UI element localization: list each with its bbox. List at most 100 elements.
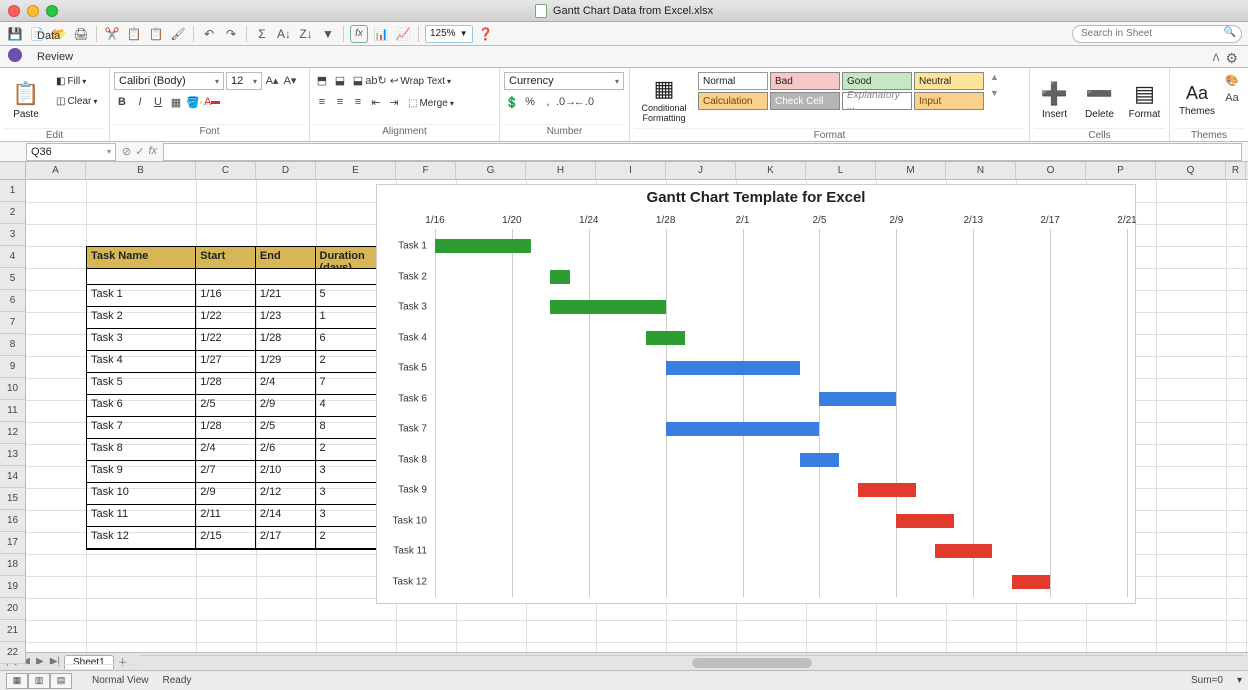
table-cell[interactable]: Start xyxy=(196,247,256,269)
table-cell[interactable]: 2/4 xyxy=(256,373,316,395)
border-button[interactable]: ▦ xyxy=(168,94,184,110)
clear-button[interactable]: ◫Clear▾ xyxy=(52,92,101,110)
row-header[interactable]: 21 xyxy=(0,620,25,642)
cell-style-normal[interactable]: Normal xyxy=(698,72,768,90)
table-cell[interactable]: 2/9 xyxy=(256,395,316,417)
table-cell[interactable]: 2/5 xyxy=(196,395,256,417)
styles-scroll-up-icon[interactable]: ▲ xyxy=(990,72,999,82)
table-cell[interactable]: 2/7 xyxy=(196,461,256,483)
cell-style-check-cell[interactable]: Check Cell xyxy=(770,92,840,110)
row-header[interactable]: 2 xyxy=(0,202,25,224)
row-header[interactable]: 15 xyxy=(0,488,25,510)
table-cell[interactable]: 1/28 xyxy=(196,417,256,439)
normal-view-button[interactable]: ▦ xyxy=(6,673,28,689)
table-cell[interactable]: 1/16 xyxy=(196,285,256,307)
gantt-bar[interactable] xyxy=(1012,575,1050,589)
page-layout-view-button[interactable]: ▥ xyxy=(28,673,50,689)
gantt-bar[interactable] xyxy=(666,422,820,436)
grow-font-icon[interactable]: A▴ xyxy=(264,72,280,88)
table-cell[interactable]: 1/27 xyxy=(196,351,256,373)
table-cell[interactable] xyxy=(196,269,256,285)
cell-style-bad[interactable]: Bad xyxy=(770,72,840,90)
accept-formula-icon[interactable]: ✓ xyxy=(135,145,144,158)
align-right-icon[interactable]: ≡ xyxy=(350,94,366,110)
search-input[interactable] xyxy=(1072,25,1242,43)
table-cell[interactable]: Task 2 xyxy=(87,307,196,329)
table-cell[interactable]: 2/11 xyxy=(196,505,256,527)
sheet-tab[interactable]: Sheet1 xyxy=(64,655,114,669)
column-header[interactable]: Q xyxy=(1156,162,1226,179)
table-cell[interactable] xyxy=(256,269,316,285)
themes-button[interactable]: AaThemes xyxy=(1174,72,1220,128)
filter-icon[interactable]: ▼ xyxy=(319,25,337,43)
horizontal-scrollbar[interactable] xyxy=(140,655,1244,669)
gantt-bar[interactable] xyxy=(800,453,838,467)
column-header[interactable]: L xyxy=(806,162,876,179)
cell-style-input[interactable]: Input xyxy=(914,92,984,110)
table-cell[interactable]: 2/15 xyxy=(196,527,256,549)
row-header[interactable]: 20 xyxy=(0,598,25,620)
decrease-indent-icon[interactable]: ⇤ xyxy=(368,94,384,110)
table-cell[interactable]: 2/4 xyxy=(196,439,256,461)
paste-icon[interactable]: 📋 xyxy=(147,25,165,43)
table-cell[interactable]: Task 9 xyxy=(87,461,196,483)
table-cell[interactable]: Task 10 xyxy=(87,483,196,505)
align-center-icon[interactable]: ≡ xyxy=(332,94,348,110)
table-cell[interactable]: Task 7 xyxy=(87,417,196,439)
ribbon-collapse-icon[interactable]: ᐱ xyxy=(1213,53,1220,64)
gantt-bar[interactable] xyxy=(935,544,993,558)
column-header[interactable]: M xyxy=(876,162,946,179)
table-cell[interactable]: 1/22 xyxy=(196,307,256,329)
column-header[interactable]: B xyxy=(86,162,196,179)
table-cell[interactable]: 2/17 xyxy=(256,527,316,549)
gantt-bar[interactable] xyxy=(896,514,954,528)
table-cell[interactable]: 2/5 xyxy=(256,417,316,439)
table-cell[interactable]: 2/10 xyxy=(256,461,316,483)
cancel-formula-icon[interactable]: ⊘ xyxy=(122,145,131,158)
font-size-dropdown[interactable]: 12▾ xyxy=(226,72,262,90)
increase-decimal-icon[interactable]: .0→ xyxy=(558,94,574,110)
ribbon-tab-data[interactable]: Data xyxy=(26,25,94,46)
table-cell[interactable]: Task 3 xyxy=(87,329,196,351)
align-left-icon[interactable]: ≡ xyxy=(314,94,330,110)
table-cell[interactable]: Task 1 xyxy=(87,285,196,307)
gantt-bar[interactable] xyxy=(858,483,916,497)
row-header[interactable]: 10 xyxy=(0,378,25,400)
cell-style-explanatory-[interactable]: Explanatory ... xyxy=(842,92,912,110)
number-format-dropdown[interactable]: Currency▾ xyxy=(504,72,624,90)
table-cell[interactable]: End xyxy=(256,247,316,269)
fill-button[interactable]: ◧Fill▾ xyxy=(52,72,101,90)
italic-button[interactable]: I xyxy=(132,94,148,110)
fill-color-button[interactable]: 🪣 xyxy=(186,94,202,110)
column-header[interactable]: C xyxy=(196,162,256,179)
row-header[interactable]: 8 xyxy=(0,334,25,356)
align-middle-icon[interactable]: ⬓ xyxy=(332,72,348,88)
row-header[interactable]: 14 xyxy=(0,466,25,488)
table-cell[interactable]: Task 11 xyxy=(87,505,196,527)
table-cell[interactable]: Task Name xyxy=(87,247,196,269)
styles-scroll-down-icon[interactable]: ▼ xyxy=(990,88,999,98)
gantt-bar[interactable] xyxy=(435,239,531,253)
column-header[interactable]: E xyxy=(316,162,396,179)
cell-style-neutral[interactable]: Neutral xyxy=(914,72,984,90)
ribbon-tab-review[interactable]: Review xyxy=(26,46,94,67)
font-name-dropdown[interactable]: Calibri (Body)▾ xyxy=(114,72,224,90)
gantt-bar[interactable] xyxy=(550,300,665,314)
grid-area[interactable]: Task NameStartEndDuration (days)Task 11/… xyxy=(26,180,1248,652)
theme-fonts-icon[interactable]: Aa xyxy=(1224,90,1240,106)
column-header[interactable]: P xyxy=(1086,162,1156,179)
cell-style-calculation[interactable]: Calculation xyxy=(698,92,768,110)
table-cell[interactable]: 1/29 xyxy=(256,351,316,373)
name-box[interactable]: Q36▾ xyxy=(26,143,116,161)
row-header[interactable]: 1 xyxy=(0,180,25,202)
page-break-view-button[interactable]: ▤ xyxy=(50,673,72,689)
table-cell[interactable]: 1/28 xyxy=(256,329,316,351)
bold-button[interactable]: B xyxy=(114,94,130,110)
help-icon[interactable]: ❓ xyxy=(477,25,495,43)
gantt-bar[interactable] xyxy=(819,392,896,406)
column-header[interactable]: K xyxy=(736,162,806,179)
row-header[interactable]: 6 xyxy=(0,290,25,312)
row-header[interactable]: 4 xyxy=(0,246,25,268)
chart-icon[interactable]: 📈 xyxy=(394,25,412,43)
status-extra-icon[interactable]: ▾ xyxy=(1237,675,1242,686)
